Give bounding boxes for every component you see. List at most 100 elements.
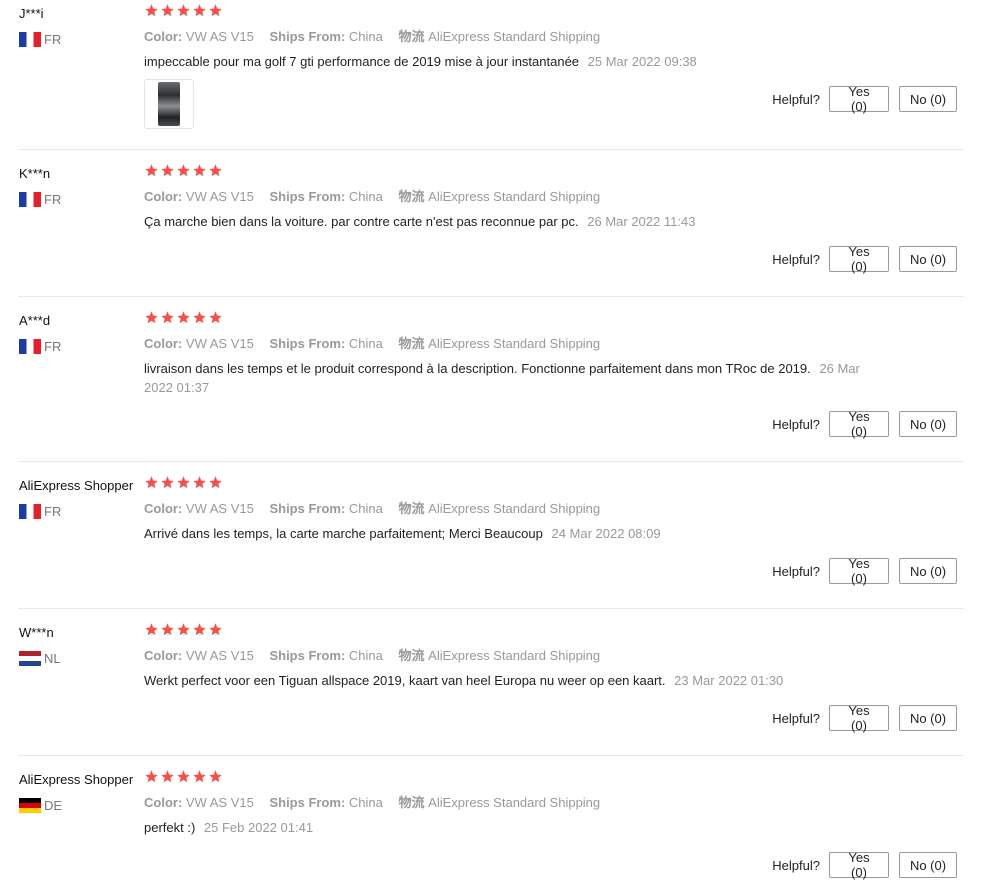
shipping-method: AliExpress Standard Shipping bbox=[428, 501, 601, 516]
france-flag-icon bbox=[19, 31, 41, 47]
ships-from-label: Ships From: bbox=[269, 336, 346, 351]
review-divider bbox=[18, 461, 964, 462]
star-icon bbox=[144, 310, 159, 325]
review-list: J***i FR Color: VW AS V15 Ships From: Ch… bbox=[0, 0, 986, 886]
reviewer-info: AliExpress Shopper DE bbox=[19, 772, 144, 813]
country-code: DE bbox=[44, 797, 63, 813]
review-meta: Color: VW AS V15 Ships From: China 物流 Al… bbox=[144, 794, 964, 812]
star-icon bbox=[192, 163, 207, 178]
helpful-no-button[interactable]: No (0) bbox=[899, 558, 957, 584]
reviewer-info: K***n FR bbox=[19, 166, 144, 207]
color-value: VW AS V15 bbox=[185, 501, 254, 516]
star-icon bbox=[192, 3, 207, 18]
star-icon bbox=[144, 622, 159, 637]
review-photo-image bbox=[158, 82, 180, 126]
helpful-no-button[interactable]: No (0) bbox=[899, 852, 957, 878]
review-meta: Color: VW AS V15 Ships From: China 物流 Al… bbox=[144, 188, 964, 206]
helpful-no-button[interactable]: No (0) bbox=[899, 246, 957, 272]
review-item: K***n FR Color: VW AS V15 Ships From: Ch… bbox=[0, 163, 964, 297]
review-body: Werkt perfect voor een Tiguan allspace 2… bbox=[144, 673, 666, 688]
review-body: Ça marche bien dans la voiture. par cont… bbox=[144, 214, 579, 229]
logistics-label: 物流 bbox=[398, 29, 425, 44]
review-date: 25 Feb 2022 01:41 bbox=[203, 820, 314, 835]
helpful-no-button[interactable]: No (0) bbox=[899, 411, 957, 437]
ships-from-label: Ships From: bbox=[269, 29, 346, 44]
review-body: perfekt :) bbox=[144, 820, 196, 835]
color-label: Color: bbox=[144, 648, 183, 663]
star-icon bbox=[208, 163, 223, 178]
shipping-method: AliExpress Standard Shipping bbox=[428, 189, 601, 204]
review-item: AliExpress Shopper FR Color: VW AS V15 S… bbox=[0, 475, 964, 609]
color-label: Color: bbox=[144, 795, 183, 810]
helpful-vote: Helpful? Yes (0) No (0) bbox=[772, 409, 957, 439]
color-value: VW AS V15 bbox=[185, 648, 254, 663]
helpful-yes-button[interactable]: Yes (0) bbox=[829, 703, 889, 733]
star-icon bbox=[208, 622, 223, 637]
helpful-yes-button[interactable]: Yes (0) bbox=[829, 850, 889, 880]
logistics-label: 物流 bbox=[398, 795, 425, 810]
helpful-vote: Helpful? Yes (0) No (0) bbox=[772, 703, 957, 733]
reviewer-country: FR bbox=[19, 31, 144, 47]
review-meta: Color: VW AS V15 Ships From: China 物流 Al… bbox=[144, 28, 964, 46]
star-icon bbox=[160, 475, 175, 490]
helpful-vote: Helpful? Yes (0) No (0) bbox=[772, 556, 957, 586]
star-icon bbox=[192, 310, 207, 325]
ships-from-value: China bbox=[348, 29, 383, 44]
helpful-no-button[interactable]: No (0) bbox=[899, 86, 957, 112]
logistics-label: 物流 bbox=[398, 501, 425, 516]
color-label: Color: bbox=[144, 189, 183, 204]
reviewer-name: J***i bbox=[19, 6, 44, 21]
star-icon bbox=[176, 3, 191, 18]
reviewer-name: W***n bbox=[19, 625, 54, 640]
star-icon bbox=[144, 163, 159, 178]
review-body: livraison dans les temps et le produit c… bbox=[144, 361, 811, 376]
star-icon bbox=[176, 163, 191, 178]
shipping-method: AliExpress Standard Shipping bbox=[428, 336, 601, 351]
review-item: A***d FR Color: VW AS V15 Ships From: Ch… bbox=[0, 310, 964, 462]
review-body: impeccable pour ma golf 7 gti performanc… bbox=[144, 54, 580, 69]
star-icon bbox=[160, 622, 175, 637]
helpful-yes-button[interactable]: Yes (0) bbox=[829, 556, 889, 586]
review-meta: Color: VW AS V15 Ships From: China 物流 Al… bbox=[144, 335, 964, 353]
star-icon bbox=[192, 622, 207, 637]
review-meta: Color: VW AS V15 Ships From: China 物流 Al… bbox=[144, 647, 964, 665]
ships-from-value: China bbox=[348, 336, 383, 351]
color-label: Color: bbox=[144, 336, 183, 351]
helpful-yes-button[interactable]: Yes (0) bbox=[829, 84, 889, 114]
helpful-label: Helpful? bbox=[772, 710, 820, 726]
france-flag-icon bbox=[19, 503, 41, 519]
helpful-yes-button[interactable]: Yes (0) bbox=[829, 409, 889, 439]
review-date: 23 Mar 2022 01:30 bbox=[674, 673, 784, 688]
reviewer-info: AliExpress Shopper FR bbox=[19, 478, 144, 519]
star-icon bbox=[208, 475, 223, 490]
reviewer-country: DE bbox=[19, 797, 144, 813]
star-rating bbox=[144, 769, 964, 787]
review-text: Ça marche bien dans la voiture. par cont… bbox=[144, 212, 964, 231]
star-icon bbox=[192, 475, 207, 490]
star-rating bbox=[144, 3, 964, 21]
color-value: VW AS V15 bbox=[185, 336, 254, 351]
star-icon bbox=[160, 163, 175, 178]
color-value: VW AS V15 bbox=[185, 795, 254, 810]
helpful-vote: Helpful? Yes (0) No (0) bbox=[772, 850, 957, 880]
star-icon bbox=[192, 769, 207, 784]
reviewer-info: W***n NL bbox=[19, 625, 144, 666]
helpful-label: Helpful? bbox=[772, 91, 820, 107]
helpful-label: Helpful? bbox=[772, 563, 820, 579]
logistics-label: 物流 bbox=[398, 189, 425, 204]
color-value: VW AS V15 bbox=[185, 189, 254, 204]
color-value: VW AS V15 bbox=[185, 29, 254, 44]
star-icon bbox=[176, 769, 191, 784]
review-photo-thumbnail[interactable] bbox=[144, 79, 194, 129]
review-content: Color: VW AS V15 Ships From: China 物流 Al… bbox=[144, 310, 964, 397]
helpful-yes-button[interactable]: Yes (0) bbox=[829, 244, 889, 274]
review-item: AliExpress Shopper DE Color: VW AS V15 S… bbox=[0, 769, 964, 886]
ships-from-value: China bbox=[348, 189, 383, 204]
review-divider bbox=[18, 296, 964, 297]
ships-from-label: Ships From: bbox=[269, 795, 346, 810]
helpful-no-button[interactable]: No (0) bbox=[899, 705, 957, 731]
star-icon bbox=[160, 310, 175, 325]
helpful-vote: Helpful? Yes (0) No (0) bbox=[772, 84, 957, 114]
star-rating bbox=[144, 163, 964, 181]
review-text: Werkt perfect voor een Tiguan allspace 2… bbox=[144, 671, 964, 690]
